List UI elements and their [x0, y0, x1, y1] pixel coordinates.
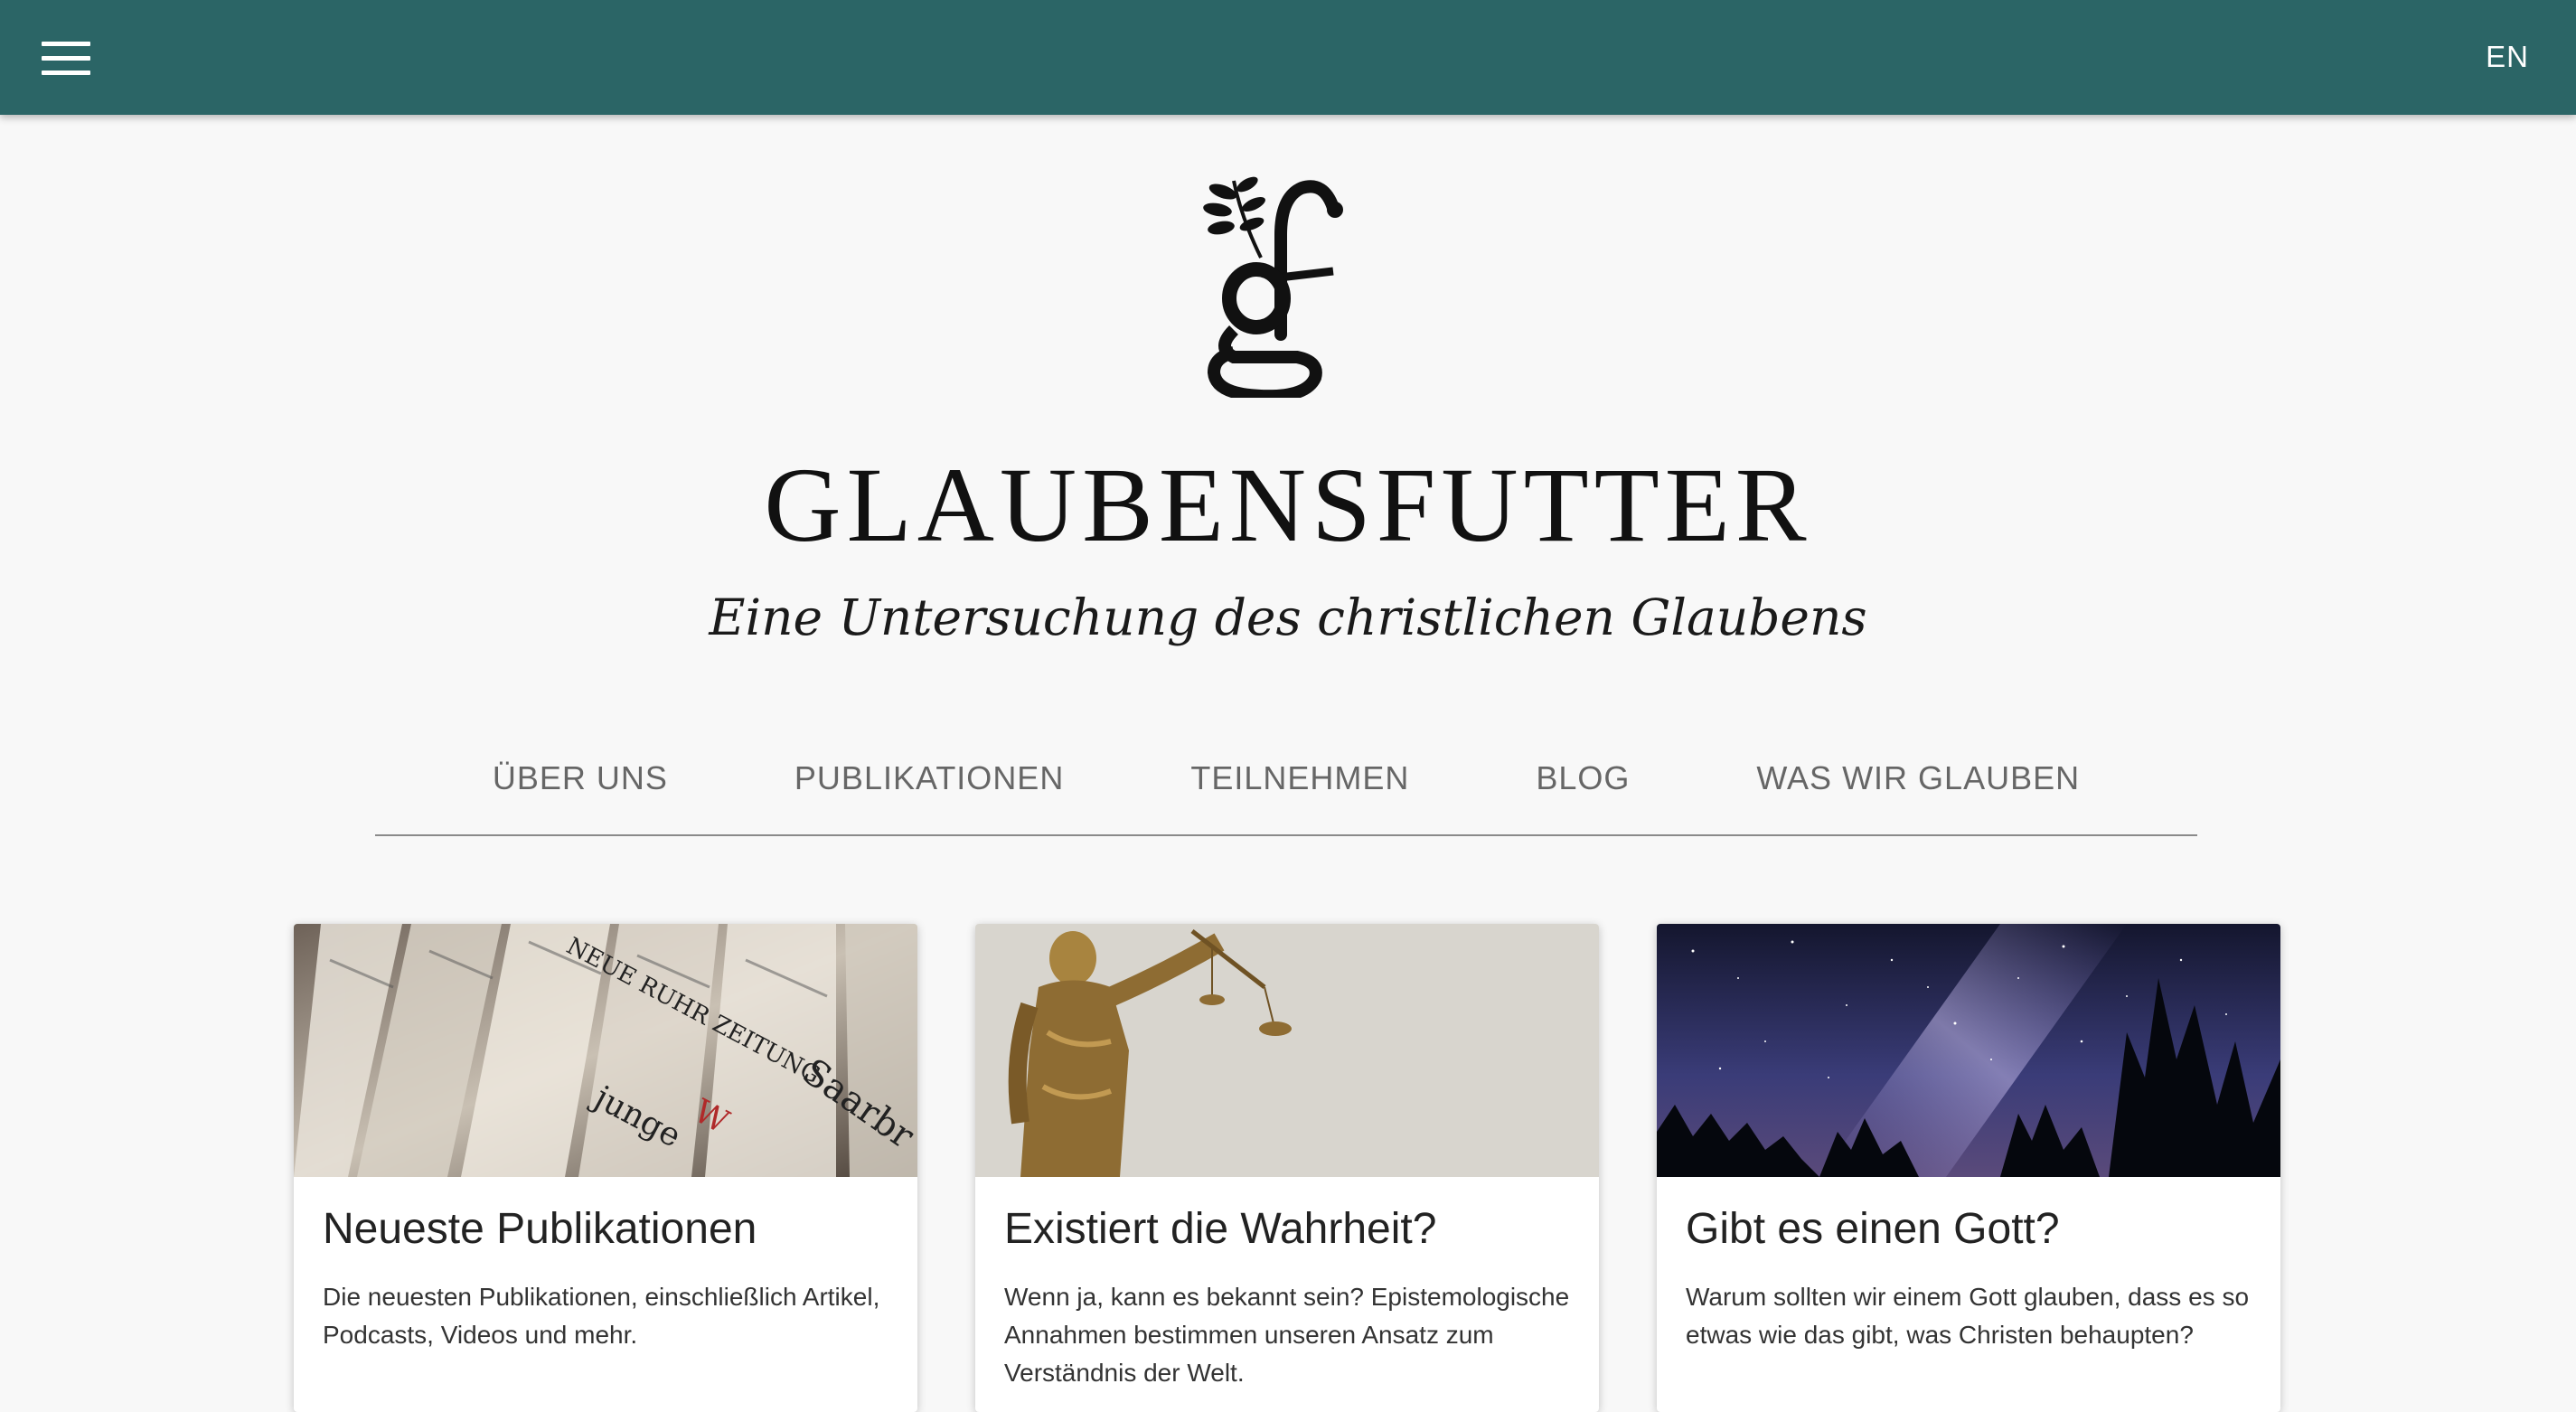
card-existiert-die-wahrheit[interactable]: Existiert die Wahrheit? Wenn ja, kann es… [975, 924, 1599, 1412]
language-switch[interactable]: EN [2486, 40, 2529, 74]
card-description: Warum sollten wir einem Gott glauben, da… [1686, 1283, 2250, 1349]
site-logo[interactable] [1198, 172, 1369, 403]
card-neueste-publikationen[interactable]: junge W Saarbr NEUE RUHR ZEITUNG Neueste… [294, 924, 917, 1412]
newspapers-image: junge W Saarbr NEUE RUHR ZEITUNG [294, 924, 917, 1177]
site-title: GLAUBENSFUTTER [764, 446, 1812, 564]
card-gibt-es-einen-gott[interactable]: Gibt es einen Gott? Warum sollten wir ei… [1657, 924, 2280, 1412]
nav-item-ueber-uns[interactable]: ÜBER UNS [493, 755, 668, 834]
top-bar: EN [0, 0, 2576, 115]
nav-item-blog[interactable]: BLOG [1536, 755, 1630, 834]
card-description: Wenn ja, kann es bekannt sein? Epistemol… [1004, 1283, 1570, 1387]
main-nav: ÜBER UNS PUBLIKATIONEN TEILNEHMEN BLOG W… [375, 755, 2197, 836]
menu-icon[interactable] [42, 42, 90, 76]
card-title: Gibt es einen Gott? [1686, 1205, 2060, 1253]
nav-item-teilnehmen[interactable]: TEILNEHMEN [1190, 755, 1409, 834]
nav-item-was-wir-glauben[interactable]: WAS WIR GLAUBEN [1756, 755, 2080, 834]
logo-g-f-monogram-icon [1203, 176, 1343, 403]
card-description: Die neuesten Publikationen, einschließli… [323, 1283, 880, 1349]
nav-item-publikationen[interactable]: PUBLIKATIONEN [794, 755, 1064, 834]
night-sky-image [1657, 924, 2280, 1177]
justice-statue-image [975, 924, 1599, 1177]
card-title: Existiert die Wahrheit? [1004, 1205, 1437, 1253]
site-tagline: Eine Untersuchung des christlichen Glaub… [709, 588, 1867, 646]
card-title: Neueste Publikationen [323, 1205, 757, 1253]
